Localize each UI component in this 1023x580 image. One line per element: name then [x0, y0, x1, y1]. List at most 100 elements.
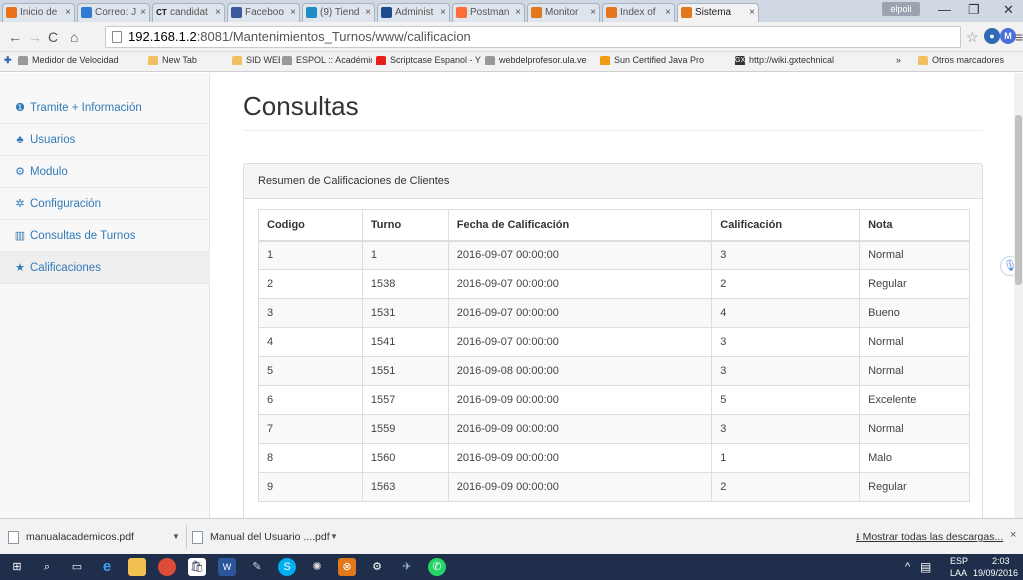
- info-icon: ❶: [15, 102, 25, 114]
- close-tab-icon[interactable]: ×: [590, 7, 596, 18]
- pen-app-icon[interactable]: ✎: [248, 558, 266, 576]
- browser-tab[interactable]: Index of ×: [602, 3, 675, 22]
- bookmark-item[interactable]: New Tab: [148, 55, 197, 65]
- sidebar-item[interactable]: ✲ Configuración: [0, 188, 210, 220]
- table-cell: Excelente: [859, 385, 970, 415]
- settings-app-icon[interactable]: ✺: [308, 558, 326, 576]
- forward-icon[interactable]: →: [28, 29, 42, 45]
- table-cell: 2016-09-07 00:00:00: [447, 327, 713, 357]
- star-icon: ★: [15, 262, 25, 274]
- table-cell: 4: [711, 298, 861, 328]
- column-header[interactable]: Codigo: [258, 209, 363, 242]
- menu-icon[interactable]: ≡: [1015, 29, 1023, 45]
- notification-icon[interactable]: ▤: [920, 560, 931, 574]
- close-downloads-icon[interactable]: ×: [1010, 529, 1016, 541]
- bookmark-item[interactable]: webdelprofesor.ula.ve: [485, 55, 587, 65]
- downloads-bar: manualacademicos.pdf ▼ Manual del Usuari…: [0, 518, 1023, 554]
- skype-icon[interactable]: S: [278, 558, 296, 576]
- table-cell: 2016-09-07 00:00:00: [447, 298, 713, 328]
- sidebar-item-label: Usuarios: [30, 134, 76, 146]
- page-scrollbar[interactable]: [1014, 73, 1023, 518]
- language-top[interactable]: ESP: [950, 556, 968, 566]
- store-icon[interactable]: 🛍: [188, 558, 206, 576]
- download-item[interactable]: Manual del Usuario ....pdf ▼: [190, 527, 340, 547]
- close-tab-icon[interactable]: ×: [515, 7, 521, 18]
- close-tab-icon[interactable]: ×: [665, 7, 671, 18]
- browser-tab[interactable]: CT candidat ×: [152, 3, 225, 22]
- sidebar-item[interactable]: ❶ Tramite + Información: [0, 92, 210, 124]
- apps-icon[interactable]: ✚: [4, 55, 12, 66]
- clock-date[interactable]: 19/09/2016: [973, 568, 1018, 578]
- windows-start-icon[interactable]: ⊞: [8, 558, 26, 576]
- bookmarks-overflow-icon[interactable]: »: [896, 55, 901, 65]
- browser-tab[interactable]: Postman ×: [452, 3, 525, 22]
- browser-tab[interactable]: Sistema ×: [677, 3, 759, 22]
- back-icon[interactable]: ←: [8, 29, 22, 45]
- bookmark-item[interactable]: ESPOL :: Académico e: [282, 55, 372, 65]
- xampp-icon[interactable]: ⊗: [338, 558, 356, 576]
- minimize-icon[interactable]: —: [938, 2, 951, 17]
- edge-icon[interactable]: e: [98, 558, 116, 576]
- task-view-icon[interactable]: ▭: [68, 558, 86, 576]
- clock-time[interactable]: 2:03: [992, 556, 1010, 566]
- address-bar[interactable]: 192.168.1.2:8081/Mantenimientos_Turnos/w…: [105, 26, 961, 48]
- tab-title: (9) Tiend: [320, 7, 360, 18]
- browser-tab[interactable]: Faceboo ×: [227, 3, 300, 22]
- download-menu-icon[interactable]: ▼: [330, 527, 338, 547]
- close-tab-icon[interactable]: ×: [749, 7, 755, 18]
- home-icon[interactable]: ⌂: [70, 29, 78, 45]
- close-window-icon[interactable]: ✕: [1003, 2, 1014, 18]
- postman-icon: [456, 7, 467, 18]
- file-explorer-icon[interactable]: [128, 558, 146, 576]
- scrollbar-thumb[interactable]: [1015, 115, 1022, 285]
- table-cell: 1560: [361, 443, 449, 473]
- bookmark-star-icon[interactable]: ☆: [966, 29, 979, 46]
- maximize-icon[interactable]: ❐: [968, 2, 980, 18]
- extension-m-icon[interactable]: M: [1000, 28, 1016, 44]
- close-tab-icon[interactable]: ×: [365, 7, 371, 18]
- table-row: 4 1541 2016-09-07 00:00:00 3 Normal: [258, 327, 970, 357]
- bookmark-item[interactable]: GX http://wiki.gxtechnical: [735, 55, 834, 65]
- bookmark-item[interactable]: SID WEB: [232, 55, 280, 65]
- bookmark-item[interactable]: Scriptcase Espanol - Y: [376, 55, 481, 65]
- word-icon[interactable]: W: [218, 558, 236, 576]
- other-bookmarks[interactable]: Otros marcadores: [918, 55, 1004, 65]
- tray-expand-icon[interactable]: ^: [905, 561, 910, 573]
- app-icon[interactable]: ✈: [398, 558, 416, 576]
- chrome-icon[interactable]: [158, 558, 176, 576]
- bookmark-item[interactable]: Medidor de Velocidad: [18, 55, 118, 65]
- reload-icon[interactable]: C: [48, 29, 58, 45]
- show-all-downloads-link[interactable]: ⭳ Mostrar todas las descargas...: [856, 529, 1003, 547]
- bookmark-item[interactable]: Sun Certified Java Pro: [600, 55, 704, 65]
- download-item[interactable]: manualacademicos.pdf ▼: [6, 527, 186, 547]
- close-tab-icon[interactable]: ×: [65, 7, 71, 18]
- browser-tab[interactable]: (9) Tiend ×: [302, 3, 375, 22]
- download-menu-icon[interactable]: ▼: [172, 527, 180, 547]
- column-header[interactable]: Fecha de Calificación: [447, 209, 713, 242]
- column-header[interactable]: Calificación: [711, 209, 861, 242]
- sidebar-item[interactable]: ♣ Usuarios: [0, 124, 210, 156]
- bookmark-icon: GX: [735, 56, 746, 65]
- profile-badge[interactable]: elpoli: [882, 2, 920, 16]
- browser-tab[interactable]: Administ ×: [377, 3, 450, 22]
- sidebar-item[interactable]: ⚙ Modulo: [0, 156, 210, 188]
- language-bottom[interactable]: LAA: [950, 568, 967, 578]
- show-all-label: Mostrar todas las descargas...: [862, 531, 1004, 543]
- close-tab-icon[interactable]: ×: [140, 7, 146, 18]
- search-icon[interactable]: ⌕: [38, 558, 56, 576]
- column-header[interactable]: Turno: [361, 209, 449, 242]
- bookmark-icon: [18, 56, 28, 65]
- gear-icon[interactable]: ⚙: [368, 558, 386, 576]
- sidebar-item-label: Tramite + Información: [30, 102, 142, 114]
- extension-icon[interactable]: ●: [984, 28, 1000, 44]
- close-tab-icon[interactable]: ×: [290, 7, 296, 18]
- browser-tab[interactable]: Correo: J ×: [77, 3, 150, 22]
- sidebar-item[interactable]: ★ Calificaciones: [0, 252, 210, 284]
- whatsapp-icon[interactable]: ✆: [428, 558, 446, 576]
- browser-tab[interactable]: Inicio de ×: [2, 3, 75, 22]
- close-tab-icon[interactable]: ×: [215, 7, 221, 18]
- close-tab-icon[interactable]: ×: [440, 7, 446, 18]
- column-header[interactable]: Nota: [859, 209, 970, 242]
- browser-tab[interactable]: Monitor ×: [527, 3, 600, 22]
- sidebar-item[interactable]: ▥ Consultas de Turnos: [0, 220, 210, 252]
